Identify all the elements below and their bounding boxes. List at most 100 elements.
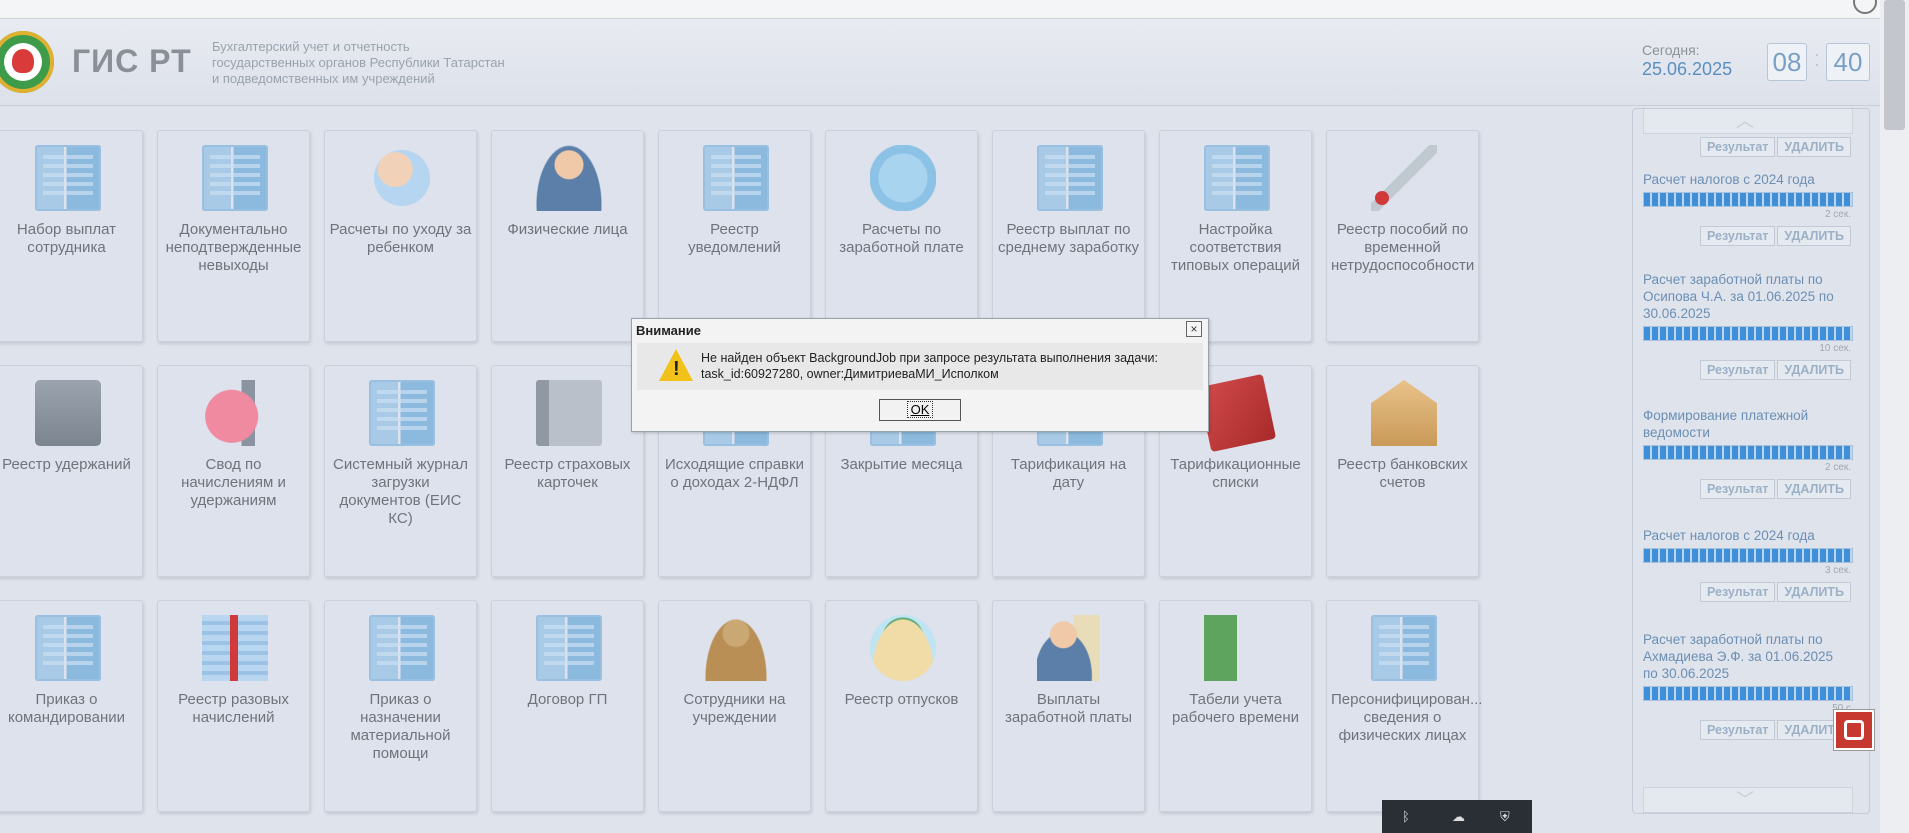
dialog-message: Не найден объект BackgroundJob при запро… [701,351,1158,381]
module-tile[interactable]: Настройка соответствия типовых операций [1159,130,1312,342]
building-icon [35,615,101,681]
result-button[interactable]: Результат [1700,137,1776,157]
delete-button[interactable]: УДАЛИТЬ [1777,360,1851,380]
window-control-button[interactable] [1853,0,1877,14]
module-tile[interactable]: Реестр удержаний [0,365,143,577]
clock-hours: 08 [1767,43,1807,81]
module-tile[interactable]: Выплаты заработной платы [992,600,1145,812]
building-icon [1037,145,1103,211]
result-button[interactable]: Результат [1700,582,1776,602]
module-tile-label: Реестр пособий по временной нетрудоспосо… [1331,221,1475,274]
delete-button[interactable]: УДАЛИТЬ [1777,479,1851,499]
job-item: Расчет заработной платы по Осипова Ч.А. … [1643,271,1853,380]
security-shield-icon[interactable]: ⛨ [1500,810,1514,824]
golden-person-icon [703,615,769,681]
module-tile[interactable]: Системный журнал загрузки документов (ЕИ… [324,365,477,577]
module-tile-label: Свод по начислениям и удержаниям [181,456,286,509]
building-icon [536,615,602,681]
job-name: Расчет налогов с 2024 года [1643,528,1815,543]
baby-icon [373,149,431,207]
result-button[interactable]: Результат [1700,720,1776,740]
page-scrollbar[interactable] [1880,0,1909,833]
result-button[interactable]: Результат [1700,360,1776,380]
job-name: Расчет заработной платы по Осипова Ч.А. … [1643,272,1834,321]
delete-button[interactable]: УДАЛИТЬ [1777,582,1851,602]
dialog-body: Не найден объект BackgroundJob при запро… [637,343,1203,390]
job-item: Расчет заработной платы по Ахмадиева Э.Ф… [1643,631,1853,740]
chevron-up-icon: ︿ [1736,111,1754,131]
job-name: Расчет налогов с 2024 года [1643,172,1815,187]
job-item-partial: Результат УДАЛИТЬ [1643,137,1851,157]
module-tile[interactable]: Сотрудники на учреждении [658,600,811,812]
job-time: 10 сек. [1819,343,1851,354]
module-tile-label: Тарификация на дату [1010,456,1127,491]
building-icon [202,145,268,211]
app-subtitle: Бухгалтерский учет и отчетность государс… [212,39,505,86]
module-tile[interactable]: Свод по начислениям и удержаниям [157,365,310,577]
module-tile[interactable]: Договор ГП [491,600,644,812]
palm-icon [870,615,936,681]
today-date: 25.06.2025 [1642,59,1733,79]
job-item: Расчет налогов с 2024 года 3 сек. Результа… [1643,527,1853,602]
module-tile[interactable]: Реестр отпусков [825,600,978,812]
module-tile-label: Настройка соответствия типовых операций [1171,221,1300,274]
module-tile[interactable]: Расчеты по уходу за ребенком [324,130,477,342]
delete-button[interactable]: УДАЛИТЬ [1777,137,1851,157]
module-tile-label: Выплаты заработной платы [1004,691,1133,726]
job-item: Расчет налогов с 2024 года 2 сек. Результа… [1643,171,1853,246]
module-tile[interactable]: Физические лица [491,130,644,342]
bluetooth-icon[interactable]: ᛒ [1402,810,1416,824]
job-time: 50 с [1832,703,1851,714]
module-tile[interactable]: Документально неподтвержденные невыходы [157,130,310,342]
scroll-up-button[interactable]: ︿ [1643,109,1853,134]
module-tile[interactable]: Реестр разовых начислений [157,600,310,812]
floating-app-icon[interactable] [1834,710,1874,750]
ok-button[interactable]: OK [879,399,961,421]
module-tile[interactable]: Расчеты по заработной плате [825,130,978,342]
job-name: Формирование платежной ведомости [1643,408,1809,440]
module-tile-label: Тарификационные списки [1170,456,1301,491]
building-icon [1204,145,1270,211]
building-icon [369,615,435,681]
module-tile-label: Документально неподтвержденные невыходы [165,221,302,274]
thermometer-icon [1371,145,1437,211]
building-icon [1371,615,1437,681]
module-tile-label: Реестр страховых карточек [504,456,631,491]
job-time: 2 сек. [1824,209,1851,220]
badge-icon [870,145,936,211]
network-icon[interactable]: ☁ [1452,810,1466,824]
building-icon [35,145,101,211]
module-tile-label: Набор выплат сотрудника [16,221,117,256]
module-tile[interactable]: Реестр банковских счетов [1326,365,1479,577]
module-tile[interactable]: Набор выплат сотрудника [0,130,143,342]
module-tile[interactable]: Приказ о назначении материальной помощи [324,600,477,812]
module-tile[interactable]: Реестр пособий по временной нетрудоспосо… [1326,130,1479,342]
module-tile[interactable]: Приказ о командировании [0,600,143,812]
job-progress-bar [1643,445,1853,460]
module-tile-label: Физические лица [507,221,628,238]
top-strip [0,0,1909,19]
background-jobs-panel: ︿ Результат УДАЛИТЬ Расчет налогов с 2024 … [1632,108,1870,814]
job-progress-bar [1643,548,1853,563]
module-tile[interactable]: Реестр выплат по среднему заработку [992,130,1145,342]
clock-separator: · · [1814,44,1820,74]
module-tile[interactable]: Персонифицирован... сведения о физически… [1326,600,1482,812]
module-tile[interactable]: Реестр уведомлений [658,130,811,342]
module-tile[interactable]: Табели учета рабочего времени [1159,600,1312,812]
person-icon [536,145,602,211]
dialog-close-button[interactable]: × [1186,321,1202,337]
result-button[interactable]: Результат [1700,226,1776,246]
delete-button[interactable]: УДАЛИТЬ [1777,226,1851,246]
module-tile[interactable]: Реестр страховых карточек [491,365,644,577]
bank-icon [1371,380,1437,446]
tatarstan-logo-icon [0,31,54,93]
module-tile-label: Реестр удержаний [2,456,131,473]
scrollbar-thumb[interactable] [1884,0,1905,130]
safe-icon [35,380,101,446]
module-tile-label: Приказ о назначении материальной помощи [350,691,451,762]
result-button[interactable]: Результат [1700,479,1776,499]
module-tile-label: Реестр банковских счетов [1337,456,1468,491]
job-name: Расчет заработной платы по Ахмадиева Э.Ф… [1643,632,1833,681]
job-progress-bar [1643,326,1853,341]
scroll-down-button[interactable]: ﹀ [1643,787,1853,813]
